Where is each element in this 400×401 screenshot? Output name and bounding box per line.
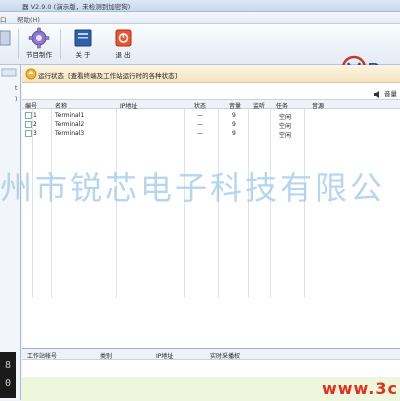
column-header[interactable]: IP地址 bbox=[156, 351, 173, 360]
table-row[interactable]: 3 Terminal3 — 9 空闲 bbox=[22, 129, 400, 139]
table-row[interactable]: 1 Terminal1 — 9 空闲 bbox=[22, 111, 400, 121]
about-button[interactable]: 关 于 bbox=[66, 27, 100, 61]
exit-button[interactable]: 退 出 bbox=[106, 27, 140, 61]
toolbar-partial-button[interactable] bbox=[0, 27, 14, 61]
svg-text:t: t bbox=[15, 85, 18, 92]
column-header[interactable]: 状态 bbox=[194, 101, 206, 110]
gear-icon bbox=[28, 27, 50, 49]
column-header[interactable]: 工作站帐号 bbox=[27, 351, 57, 360]
column-header[interactable]: 监听 bbox=[253, 101, 265, 110]
window-title: 器 V2.9.0 (演示版，未检测到加密狗) bbox=[22, 3, 131, 11]
volume-control[interactable]: 音量 bbox=[373, 88, 397, 98]
column-header[interactable]: 实时采播权 bbox=[210, 351, 240, 360]
column-header[interactable]: 编号 bbox=[25, 101, 37, 110]
partial-icon bbox=[0, 30, 11, 46]
panel-title: 运行状态 [查看终端及工作站运行时的各种状态] bbox=[38, 72, 178, 80]
company-watermark: 州市锐芯电子科技有限公 bbox=[0, 169, 386, 207]
left-panel: t ) bbox=[0, 65, 21, 400]
menu-item-help[interactable]: 帮助(H) bbox=[17, 14, 40, 24]
toolbar-separator bbox=[60, 29, 61, 59]
workstation-table-header: 工作站帐号 类别 IP地址 实时采播权 bbox=[22, 349, 400, 360]
terminal-checkbox[interactable] bbox=[25, 130, 32, 137]
exit-icon bbox=[115, 29, 132, 47]
column-header[interactable]: 音源 bbox=[312, 101, 324, 110]
column-header[interactable]: 任务 bbox=[276, 101, 288, 110]
column-header[interactable]: IP地址 bbox=[120, 101, 137, 110]
menu-item-window[interactable]: 口 bbox=[0, 14, 7, 24]
site-watermark: www.3c bbox=[321, 379, 398, 398]
title-bar: 器 V2.9.0 (演示版，未检测到加密狗) bbox=[0, 0, 400, 12]
column-header[interactable]: 音量 bbox=[229, 101, 241, 110]
lcd-display: 8 0 bbox=[0, 352, 16, 398]
toolbar-separator bbox=[18, 29, 19, 59]
book-icon bbox=[74, 29, 92, 47]
tree-fragment: t ) bbox=[1, 68, 18, 103]
terminal-checkbox[interactable] bbox=[25, 112, 32, 119]
status-icon bbox=[25, 68, 37, 80]
column-header[interactable]: 名称 bbox=[55, 101, 67, 110]
panel-subbar: 音量 bbox=[22, 83, 400, 99]
menu-bar: 口 帮助(H) bbox=[0, 12, 400, 24]
status-panel-header: 运行状态 [查看终端及工作站运行时的各种状态] bbox=[22, 65, 400, 83]
main-panel: 运行状态 [查看终端及工作站运行时的各种状态] 音量 编号 名称 IP地址 状态… bbox=[22, 65, 400, 401]
speaker-icon bbox=[373, 90, 379, 98]
workstation-panel: 工作站帐号 类别 IP地址 实时采播权 www.3c bbox=[22, 348, 400, 401]
table-row[interactable]: 2 Terminal2 — 9 空闲 bbox=[22, 120, 400, 130]
table-header: 编号 名称 IP地址 状态 音量 监听 任务 音源 bbox=[22, 100, 400, 110]
svg-text:): ) bbox=[15, 96, 17, 103]
terminal-checkbox[interactable] bbox=[25, 121, 32, 128]
column-header[interactable]: 类别 bbox=[100, 351, 112, 360]
toolbar: 节目制作 关 于 退 出 R c bbox=[0, 24, 400, 81]
program-edit-button[interactable]: 节目制作 bbox=[22, 27, 56, 61]
